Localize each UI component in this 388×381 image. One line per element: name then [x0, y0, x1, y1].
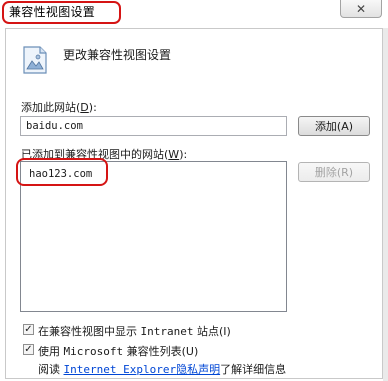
ms-list-label-after: 兼容性列表(U): [123, 345, 199, 358]
intranet-checkbox[interactable]: ✓: [23, 324, 34, 335]
add-site-input[interactable]: baidu.com: [20, 116, 287, 136]
ms-list-label-before: 使用: [38, 345, 64, 358]
privacy-footer: 阅读 Internet Explorer隐私声明了解详细信息: [38, 361, 286, 377]
checkmark-icon: ✓: [24, 344, 33, 355]
site-list-accel-key: W: [168, 148, 180, 161]
intranet-label-after: 站点(I): [193, 325, 231, 338]
intranet-checkbox-label[interactable]: 在兼容性视图中显示 Intranet 站点(I): [38, 323, 231, 339]
ms-list-checkbox-label[interactable]: 使用 Microsoft 兼容性列表(U): [38, 343, 198, 359]
close-button[interactable]: ✕: [340, 0, 382, 18]
title-bar: 兼容性视图设置 ✕: [0, 0, 388, 28]
add-button[interactable]: 添加(A): [298, 116, 370, 136]
site-list-accel-suffix: ):: [179, 148, 188, 161]
intranet-label-before: 在兼容性视图中显示: [38, 325, 141, 338]
privacy-link-en[interactable]: Internet Explorer: [64, 363, 177, 376]
privacy-link-cn[interactable]: 隐私声明: [176, 363, 220, 376]
title-highlight-annotation: [2, 1, 121, 24]
checkmark-icon: ✓: [24, 324, 33, 335]
close-icon: ✕: [355, 1, 367, 16]
ms-list-label-mono: Microsoft: [63, 345, 124, 358]
footer-suffix: 了解详细信息: [220, 363, 287, 376]
add-site-accel-suffix: ):: [88, 101, 97, 114]
window-edge: [383, 28, 388, 381]
footer-prefix: 阅读: [38, 363, 64, 376]
remove-button[interactable]: 删除(R): [298, 162, 370, 182]
dialog-heading: 更改兼容性视图设置: [63, 48, 172, 62]
intranet-label-mono: Intranet: [140, 325, 194, 338]
list-item-highlight-annotation: [16, 158, 108, 186]
ms-list-checkbox[interactable]: ✓: [23, 344, 34, 355]
picture-settings-icon: [23, 46, 47, 74]
add-site-label: 添加此网站(D):: [21, 99, 97, 115]
add-site-label-text: 添加此网站: [21, 101, 76, 114]
add-site-accel-key: D: [80, 101, 89, 114]
